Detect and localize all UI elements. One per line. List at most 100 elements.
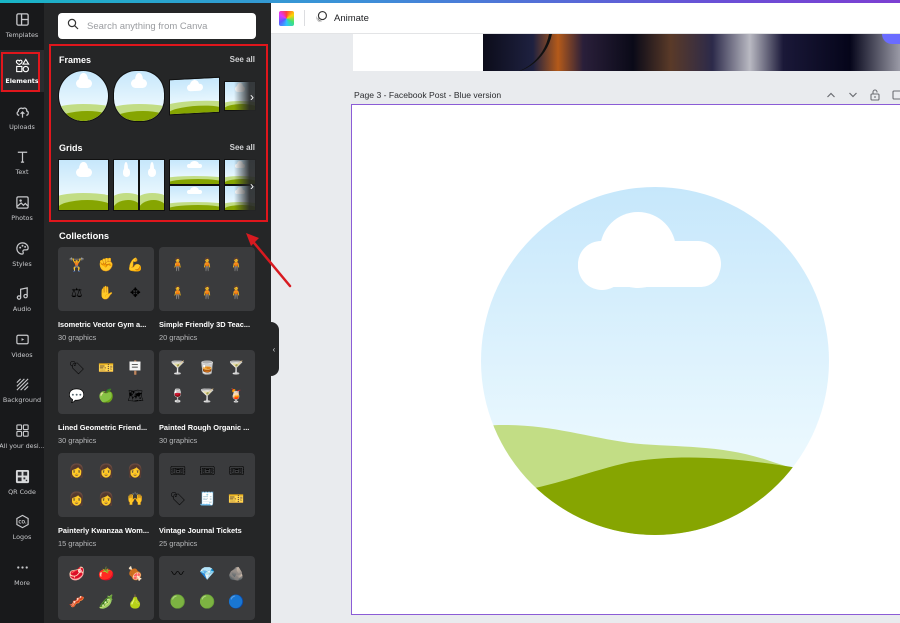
rail-item-all-your-designs[interactable]: All your desi... (0, 415, 45, 457)
collection-count: 30 graphics (58, 333, 97, 342)
woman-portrait-icon: 👩 (68, 463, 85, 478)
bacon-icon: 🥓 (68, 594, 85, 609)
rail-item-photos[interactable]: Photos (0, 187, 44, 229)
ticket-icon: 🎟 (228, 463, 245, 478)
move-page-up-icon[interactable] (826, 91, 836, 102)
highlight-box-elements (1, 52, 40, 92)
map-icon: 🗺 (127, 388, 144, 403)
frame-circle[interactable] (58, 70, 110, 122)
collection-card[interactable]: 🏷 🎫 🪧 💬 🍏 🗺 Lined Geometric Friend... 30… (58, 350, 154, 445)
woman-portrait-icon: 👩 (97, 491, 115, 506)
mojito-icon: 🍹 (228, 388, 245, 403)
grids-row: › (58, 159, 256, 213)
rail-item-styles[interactable]: Styles (0, 233, 44, 275)
flexed-arm-icon: 💪 (127, 257, 144, 272)
frames-next-arrow[interactable]: › (234, 70, 256, 124)
collection-thumbnail: 〰 💎 🪨 🟢 🟢 🔵 (159, 556, 255, 620)
search-input[interactable] (87, 20, 247, 32)
marble-icon: 🪨 (228, 566, 245, 581)
grids-title: Grids (59, 143, 83, 153)
search-icon (67, 17, 79, 35)
collection-card[interactable]: 👩 👩 👩 👩 👩 🙌 Painterly Kwanzaa Wom... 15 … (58, 453, 154, 548)
rail-item-qr-code[interactable]: QR Code (0, 461, 44, 503)
collection-name: Painted Rough Organic ... (159, 423, 250, 432)
agate-icon: 🟢 (198, 594, 216, 609)
pear-icon: 🍐 (127, 594, 144, 609)
woman-portrait-icon: 👩 (68, 491, 85, 506)
toolbar-divider (304, 10, 305, 26)
rail-label: Templates (5, 31, 39, 39)
chevron-right-icon: › (250, 179, 254, 193)
collection-count: 20 graphics (159, 333, 198, 342)
more-dots-icon (14, 559, 30, 575)
teacher-figure-icon: 🧍 (228, 257, 245, 272)
rail-label: Background (2, 396, 42, 404)
rail-label: Videos (11, 351, 33, 359)
collapse-panel-button[interactable]: ‹ (269, 322, 279, 376)
wine-glass-icon: 🍷 (169, 388, 186, 403)
search-box[interactable] (58, 13, 256, 39)
qr-code-icon (14, 468, 30, 484)
upload-cloud-icon (14, 103, 30, 119)
logo-icon: CO. (14, 513, 30, 529)
collection-card[interactable]: 🎟 🎟 🎟 🏷 🧾 🎫 Vintage Journal Tickets 25 g… (159, 453, 255, 548)
grid-single[interactable] (58, 159, 110, 211)
rail-item-videos[interactable]: Videos (0, 324, 44, 366)
previous-page-preview[interactable] (353, 34, 900, 71)
collection-count: 15 graphics (58, 539, 97, 548)
collection-card[interactable]: 〰 💎 🪨 🟢 🟢 🔵 (159, 556, 255, 620)
rail-item-audio[interactable]: Audio (0, 278, 44, 320)
receipt-icon: 🧾 (198, 491, 216, 506)
rail-item-text[interactable]: Text (0, 141, 44, 183)
collection-thumbnail: 🎟 🎟 🎟 🏷 🧾 🎫 (159, 453, 255, 517)
dumbbell-icon: 🏋 (68, 257, 85, 272)
move-page-down-icon[interactable] (848, 91, 858, 102)
color-picker-button[interactable] (279, 10, 294, 26)
ticket-icon: 🎟 (198, 463, 216, 478)
woman-portrait-icon: 👩 (97, 463, 115, 478)
grid-two-rows[interactable] (168, 159, 221, 211)
grids-see-all-link[interactable]: See all (230, 143, 255, 152)
circle-frame-element[interactable] (480, 186, 830, 536)
martini-icon: 🍸 (198, 388, 216, 403)
rail-item-more[interactable]: More (0, 552, 44, 594)
rail-label: Photos (11, 214, 33, 222)
frames-row: › (58, 70, 256, 124)
teacher-figure-icon: 🧍 (198, 285, 216, 300)
animate-label: Animate (334, 12, 369, 24)
collection-card[interactable]: 🥩 🍅 🍖 🥓 🫛 🍐 (58, 556, 154, 620)
agate-icon: 🟢 (169, 594, 186, 609)
teacher-figure-icon: 🧍 (169, 257, 186, 272)
page-title: Page 3 - Facebook Post - Blue version (354, 90, 502, 100)
animate-button[interactable]: Animate (315, 10, 369, 26)
templates-icon (14, 11, 30, 27)
chevron-left-icon: ‹ (272, 344, 276, 354)
sticker-icon: 🎫 (97, 360, 115, 375)
elements-panel: Frames See all › Grids See all › Collect… (44, 3, 271, 623)
palette-icon (14, 240, 30, 256)
speech-bubble-icon: 💬 (68, 388, 85, 403)
frame-perspective[interactable] (168, 76, 221, 116)
collection-card[interactable]: 🏋 ✊ 💪 ⚖ ✋ ✥ Isometric Vector Gym a... 30… (58, 247, 154, 342)
unlock-icon[interactable] (870, 89, 880, 104)
rail-item-logos[interactable]: CO. Logos (0, 506, 44, 548)
rail-item-uploads[interactable]: Uploads (0, 96, 44, 138)
top-gradient-bar (0, 0, 900, 3)
rail-label: Uploads (9, 123, 35, 131)
grid-two-columns[interactable] (113, 159, 165, 211)
frames-see-all-link[interactable]: See all (230, 55, 255, 64)
teacher-figure-icon: 🧍 (169, 285, 186, 300)
design-page[interactable] (351, 104, 900, 615)
collection-count: 30 graphics (159, 436, 198, 445)
rail-item-background[interactable]: Background (0, 369, 44, 411)
collection-card[interactable]: 🍸 🥃 🍸 🍷 🍸 🍹 Painted Rough Organic ... 30… (159, 350, 255, 445)
collection-name: Isometric Vector Gym a... (58, 320, 147, 329)
collection-card[interactable]: 🧍 🧍 🧍 🧍 🧍 🧍 Simple Friendly 3D Teac... 2… (159, 247, 255, 342)
chevron-right-icon: › (250, 90, 254, 104)
rail-item-templates[interactable]: Templates (0, 4, 44, 46)
collection-count: 30 graphics (58, 436, 97, 445)
grids-next-arrow[interactable]: › (234, 159, 256, 213)
duplicate-page-icon[interactable] (892, 89, 900, 104)
frame-scalloped[interactable] (113, 70, 165, 122)
ticket-icon: 🎫 (228, 491, 245, 506)
